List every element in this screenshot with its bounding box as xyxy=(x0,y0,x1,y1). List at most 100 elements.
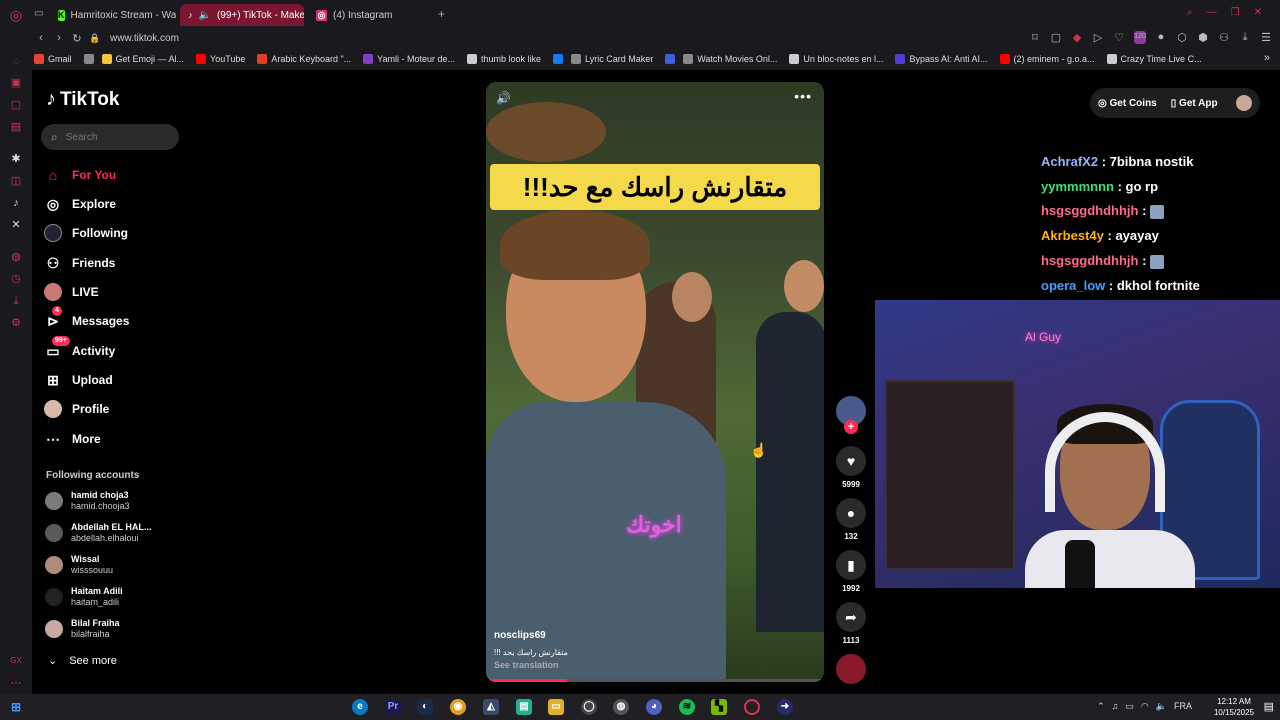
opera-history-icon[interactable]: ◷ xyxy=(9,272,23,286)
mute-icon[interactable]: 🔊 xyxy=(496,91,511,105)
opera-logo-icon[interactable]: ◎ xyxy=(9,8,23,22)
obs-icon[interactable]: ◯ xyxy=(581,699,597,715)
close-icon[interactable]: ✕ xyxy=(1254,7,1262,18)
bookmark-icon[interactable]: ▮ xyxy=(836,550,866,580)
tiktok-sidebar-icon[interactable]: ♪ xyxy=(9,196,23,210)
steam-icon[interactable]: ◐ xyxy=(417,699,433,715)
new-tab-button[interactable]: + xyxy=(438,7,445,21)
following-account[interactable]: Haitam Adili haitam_adili xyxy=(45,586,123,608)
speaker-icon[interactable]: 🔈 xyxy=(1156,701,1167,712)
app-icon[interactable]: ➜ xyxy=(777,699,793,715)
extension-icon[interactable]: ● xyxy=(1155,31,1167,44)
heart-icon[interactable]: ♡ xyxy=(1113,31,1125,44)
app-icon[interactable]: ◍ xyxy=(613,699,629,715)
profile-icon[interactable]: ⚇ xyxy=(1218,31,1230,44)
chrome-icon[interactable]: ◉ xyxy=(450,699,466,715)
opera-gx-icon[interactable]: GX xyxy=(9,654,23,668)
nav-item-upload[interactable]: ⊞ Upload xyxy=(44,369,113,391)
player-icon[interactable]: ▷ xyxy=(1092,31,1104,44)
following-account[interactable]: Wissal wisssouuu xyxy=(45,554,113,576)
bookmark-item[interactable] xyxy=(553,54,564,64)
nav-item-more[interactable]: ⋯ More xyxy=(44,428,101,450)
wifi-icon[interactable]: ◠ xyxy=(1141,701,1149,712)
tab-instagram[interactable]: ◎ (4) Instagram xyxy=(308,4,434,26)
discord-icon[interactable]: ◕ xyxy=(646,699,662,715)
bookmark-item[interactable] xyxy=(665,54,676,64)
instagram-sidebar-icon[interactable]: ◫ xyxy=(9,174,23,188)
downloads-icon[interactable]: ⤓ xyxy=(1239,31,1251,44)
tab-menu-icon[interactable]: ▭ xyxy=(34,8,43,19)
nav-item-for-you[interactable]: ⌂ For You xyxy=(44,164,116,186)
search-tabs-icon[interactable]: ⌕ xyxy=(1187,7,1193,18)
opera-more-icon[interactable]: ⋯ xyxy=(9,676,23,690)
bookmark-item[interactable]: Get Emoji — Al... xyxy=(101,54,184,64)
bookmark-item[interactable]: (2) eminem - g.o.a... xyxy=(999,54,1095,64)
reload-icon[interactable]: ↻ xyxy=(68,32,86,45)
bookmark-item[interactable]: Arabic Keyboard "... xyxy=(257,54,351,64)
see-translation-link[interactable]: See translation xyxy=(494,660,559,670)
nvidia-icon[interactable]: ▚ xyxy=(711,699,727,715)
maximize-icon[interactable]: ❐ xyxy=(1231,7,1240,18)
nav-item-activity[interactable]: ▭ 99+ Activity xyxy=(44,336,115,362)
opera-gx-taskbar-icon[interactable] xyxy=(744,699,760,715)
premiere-icon[interactable]: Pr xyxy=(385,699,401,715)
get-coins-button[interactable]: ◎ Get Coins xyxy=(1098,98,1157,109)
tiktok-logo[interactable]: ♪ TikTok xyxy=(46,88,119,111)
opera-bell-icon[interactable]: ◍ xyxy=(9,250,23,264)
url-field[interactable]: www.tiktok.com xyxy=(110,33,179,44)
forward-icon[interactable]: › xyxy=(50,32,68,44)
nav-item-messages[interactable]: ⊳ 4 Messages xyxy=(44,306,129,332)
opera-messenger-icon[interactable]: ▢ xyxy=(9,98,23,112)
video-progress-bar[interactable] xyxy=(486,679,824,682)
counter-badge-icon[interactable]: 120 xyxy=(1134,31,1146,44)
bookmark-item[interactable]: Yamli - Moteur de... xyxy=(363,54,455,64)
edge-icon[interactable]: e xyxy=(352,699,368,715)
bookmark-item[interactable]: Un bloc-notes en l... xyxy=(789,54,883,64)
nav-item-friends[interactable]: ⚇ Friends xyxy=(44,252,116,274)
bookmark-item[interactable]: Watch Movies Onl... xyxy=(683,54,777,64)
video-player[interactable]: متقارنش راسك مع حد!!! اخوتك 🔊 ••• noscli… xyxy=(486,82,824,682)
bookmarks-overflow-icon[interactable]: » xyxy=(1264,52,1270,64)
bookmark-item[interactable]: Bypass AI: Anti AI... xyxy=(895,54,988,64)
nav-item-following[interactable]: ○ Following xyxy=(44,222,128,244)
bookmark-item[interactable]: Crazy Time Live C... xyxy=(1106,54,1202,64)
language-indicator[interactable]: FRA xyxy=(1174,701,1192,712)
avatar[interactable] xyxy=(1236,95,1252,111)
notifications-icon[interactable]: ▤ xyxy=(1264,700,1274,713)
app-icon[interactable]: ▤ xyxy=(516,699,532,715)
extensions-icon[interactable]: ⬢ xyxy=(1197,31,1209,44)
follow-plus-icon[interactable]: + xyxy=(844,420,858,434)
bookmark-item[interactable]: YouTube xyxy=(196,54,245,64)
easy-setup-icon[interactable]: ☰ xyxy=(1260,31,1272,44)
minimize-icon[interactable]: — xyxy=(1207,7,1217,18)
x-sidebar-icon[interactable]: ✕ xyxy=(9,218,23,232)
file-explorer-icon[interactable]: ▭ xyxy=(548,699,564,715)
back-icon[interactable]: ‹ xyxy=(32,32,50,44)
following-account[interactable]: hamid choja3 hamid.chooja3 xyxy=(45,490,130,512)
nav-item-live[interactable]: ● LIVE xyxy=(44,281,99,303)
bookmark-item[interactable] xyxy=(83,54,94,64)
following-account[interactable]: Abdellah EL HAL... abdellah.elhaloui xyxy=(45,522,151,544)
bookmark-item[interactable]: Gmail xyxy=(34,54,72,64)
opera-download-icon[interactable]: ⤓ xyxy=(9,294,23,308)
save-action[interactable]: ▮ 1992 xyxy=(836,550,866,593)
video-more-icon[interactable]: ••• xyxy=(794,88,812,104)
video-username[interactable]: nosclips69 xyxy=(494,630,546,641)
music-disc-icon[interactable] xyxy=(836,654,866,684)
nav-item-profile[interactable]: ● Profile xyxy=(44,398,109,420)
like-action[interactable]: ♥ 5999 xyxy=(836,446,866,489)
flow-icon[interactable]: ⬡ xyxy=(1176,31,1188,44)
chevron-up-icon[interactable]: ⌃ xyxy=(1097,701,1105,712)
app-icon[interactable]: ◭ xyxy=(483,699,499,715)
share-action[interactable]: ➦ 1113 xyxy=(836,602,866,645)
nav-item-explore[interactable]: ◎ Explore xyxy=(44,193,116,215)
snapshot-icon[interactable]: ▢ xyxy=(1050,31,1062,44)
bookmark-item[interactable]: Lyric Card Maker xyxy=(571,54,653,64)
tab-tiktok[interactable]: ♪ 🔈 (99+) TikTok - Make Y xyxy=(180,4,304,26)
clock[interactable]: 12:12 AM 10/15/2025 xyxy=(1214,696,1254,718)
get-app-button[interactable]: ▯ Get App xyxy=(1171,98,1218,109)
comment-icon[interactable]: ● xyxy=(836,498,866,528)
see-more-button[interactable]: ⌄ See more xyxy=(48,654,117,668)
network-icon[interactable]: ▭ xyxy=(1125,701,1134,712)
search-input[interactable] xyxy=(65,131,166,143)
